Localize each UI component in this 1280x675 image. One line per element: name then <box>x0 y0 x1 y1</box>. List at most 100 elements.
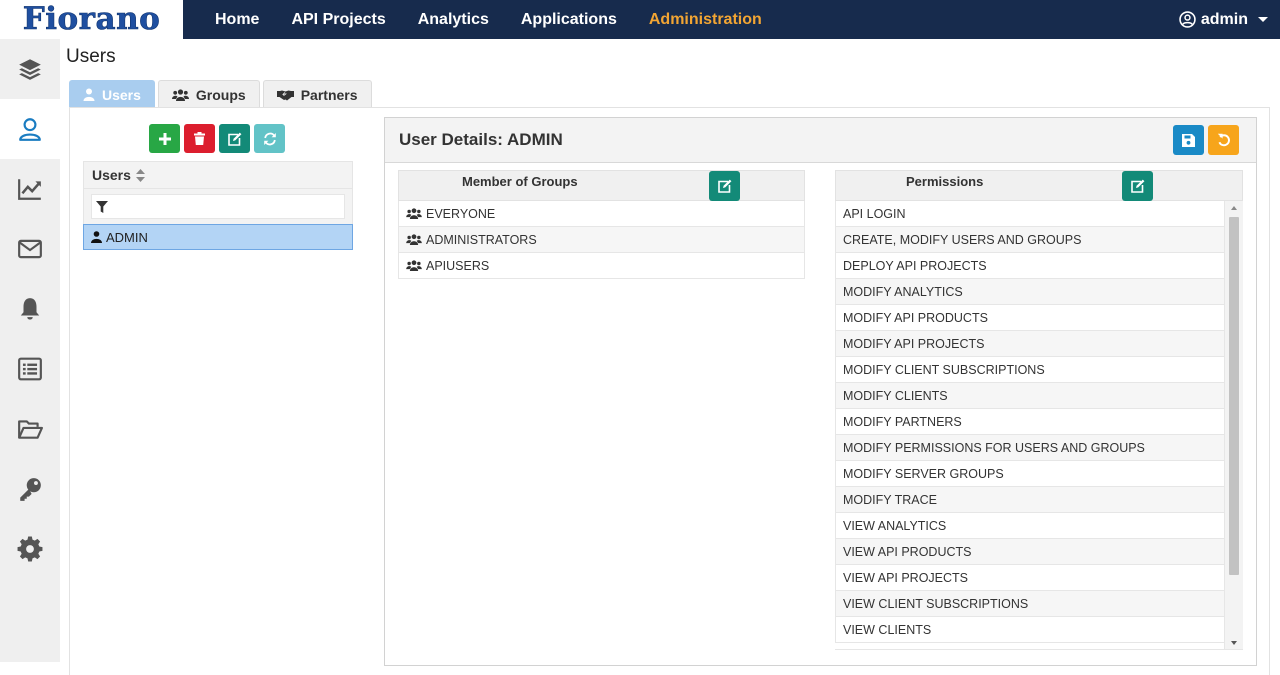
delete-user-button[interactable] <box>184 124 215 153</box>
users-table: Users ADMIN <box>83 161 353 250</box>
tab-partners[interactable]: Partners <box>262 80 372 108</box>
top-navbar: Fiorano Home API Projects Analytics Appl… <box>0 0 1280 39</box>
permission-name: MODIFY CLIENTS <box>843 388 948 403</box>
permission-name: MODIFY SERVER GROUPS <box>843 466 1004 481</box>
bell-icon <box>20 298 40 320</box>
list-item[interactable]: MODIFY PERMISSIONS FOR USERS AND GROUPS <box>835 435 1224 461</box>
tab-partners-label: Partners <box>300 86 358 103</box>
edit-permissions-button[interactable] <box>1122 171 1153 201</box>
permissions-header-label: Permissions <box>906 174 984 189</box>
list-item[interactable]: VIEW API PRODUCTS <box>835 539 1224 565</box>
edit-groups-button[interactable] <box>709 171 740 201</box>
list-item[interactable]: MODIFY TRACE <box>835 487 1224 513</box>
reset-button[interactable] <box>1208 125 1239 155</box>
list-item[interactable]: API LOGIN <box>835 201 1224 227</box>
sidebar-item-alerts[interactable] <box>0 279 60 339</box>
gear-icon <box>17 536 43 562</box>
users-column-header[interactable]: Users <box>83 161 353 189</box>
permission-name: VIEW API PRODUCTS <box>843 544 972 559</box>
list-item[interactable]: VIEW ANALYTICS <box>835 513 1224 539</box>
add-user-button[interactable] <box>149 124 180 153</box>
list-item[interactable]: APIUSERS <box>398 253 805 279</box>
groups-column-header: Member of Groups <box>398 170 805 201</box>
sidebar-item-projects[interactable] <box>0 39 60 99</box>
permissions-scrollbar[interactable] <box>1224 201 1243 649</box>
scroll-up-arrow-icon[interactable] <box>1231 206 1237 210</box>
permission-name: MODIFY API PROJECTS <box>843 336 985 351</box>
user-menu[interactable]: admin <box>1179 0 1268 39</box>
refresh-users-button[interactable] <box>254 124 285 153</box>
users-icon <box>406 234 422 245</box>
user-menu-label: admin <box>1200 10 1248 28</box>
permissions-panel: Permissions API LOGIN CREATE, MODIFY USE… <box>835 170 1243 650</box>
list-item[interactable]: CREATE, MODIFY USERS AND GROUPS <box>835 227 1224 253</box>
nav-administration[interactable]: Administration <box>649 11 762 29</box>
users-header-label: Users <box>92 167 131 183</box>
edit-icon <box>227 132 241 146</box>
permission-name: API LOGIN <box>843 206 906 221</box>
permission-name: MODIFY PARTNERS <box>843 414 962 429</box>
permission-name: MODIFY PERMISSIONS FOR USERS AND GROUPS <box>843 440 1145 455</box>
sidebar-item-analytics[interactable] <box>0 159 60 219</box>
nav-api-projects[interactable]: API Projects <box>291 11 385 29</box>
scroll-thumb[interactable] <box>1229 217 1239 575</box>
list-item[interactable]: MODIFY ANALYTICS <box>835 279 1224 305</box>
user-details-title: User Details: ADMIN <box>399 130 563 149</box>
permission-name: VIEW CLIENT SUBSCRIPTIONS <box>843 596 1029 611</box>
permission-name: MODIFY ANALYTICS <box>843 284 963 299</box>
tab-users-label: Users <box>102 86 141 103</box>
list-item[interactable]: MODIFY SERVER GROUPS <box>835 461 1224 487</box>
group-name: APIUSERS <box>426 258 490 273</box>
tab-groups-label: Groups <box>195 86 246 103</box>
sidebar-item-settings[interactable] <box>0 519 60 579</box>
list-item[interactable]: DEPLOY API PROJECTS <box>835 253 1224 279</box>
list-item[interactable]: EVERYONE <box>398 201 805 227</box>
plus-icon <box>158 132 171 145</box>
user-details-header: User Details: ADMIN <box>385 118 1256 163</box>
list-item[interactable]: MODIFY API PRODUCTS <box>835 305 1224 331</box>
save-button[interactable] <box>1173 125 1204 155</box>
sidebar-item-logs[interactable] <box>0 339 60 399</box>
save-icon <box>1182 133 1195 147</box>
list-item[interactable]: MODIFY CLIENT SUBSCRIPTIONS <box>835 357 1224 383</box>
sidebar-item-files[interactable] <box>0 399 60 459</box>
tab-groups[interactable]: Groups <box>157 80 260 108</box>
sort-icon <box>135 168 145 182</box>
user-circle-icon <box>1179 11 1196 28</box>
list-item[interactable]: VIEW API PROJECTS <box>835 565 1224 591</box>
edit-user-button[interactable] <box>219 124 250 153</box>
handshake-icon <box>276 90 294 100</box>
sidebar-item-keys[interactable] <box>0 459 60 519</box>
table-row[interactable]: ADMIN <box>83 224 353 250</box>
list-item[interactable]: VIEW CLIENTS <box>835 617 1224 643</box>
groups-header-label: Member of Groups <box>462 174 578 189</box>
user-name: ADMIN <box>106 229 148 245</box>
details-actions <box>1169 125 1239 155</box>
list-item[interactable]: ADMINISTRATORS <box>398 227 805 253</box>
envelope-icon <box>18 239 42 259</box>
tab-users[interactable]: Users <box>69 80 155 108</box>
list-item[interactable]: MODIFY PARTNERS <box>835 409 1224 435</box>
brand-logo[interactable]: Fiorano <box>0 0 183 39</box>
group-name: EVERYONE <box>426 206 496 221</box>
edit-icon <box>1130 179 1144 193</box>
chart-line-icon <box>18 179 41 200</box>
permissions-list[interactable]: API LOGIN CREATE, MODIFY USERS AND GROUP… <box>835 201 1243 650</box>
user-icon <box>91 231 102 243</box>
list-item[interactable]: MODIFY CLIENTS <box>835 383 1224 409</box>
undo-icon <box>1217 133 1230 147</box>
users-filter-row <box>83 189 353 224</box>
nav-analytics[interactable]: Analytics <box>418 11 489 29</box>
group-name: ADMINISTRATORS <box>426 232 537 247</box>
sidebar-item-messages[interactable] <box>0 219 60 279</box>
nav-home[interactable]: Home <box>215 11 259 29</box>
nav-applications[interactable]: Applications <box>521 11 617 29</box>
edit-icon <box>717 179 731 193</box>
list-item[interactable]: MODIFY API PROJECTS <box>835 331 1224 357</box>
scroll-down-arrow-icon[interactable] <box>1231 641 1237 645</box>
users-filter-input[interactable] <box>91 194 345 219</box>
list-icon <box>18 357 42 381</box>
folder-open-icon <box>18 420 43 439</box>
list-item[interactable]: VIEW CLIENT SUBSCRIPTIONS <box>835 591 1224 617</box>
sidebar-item-users[interactable] <box>0 99 60 159</box>
